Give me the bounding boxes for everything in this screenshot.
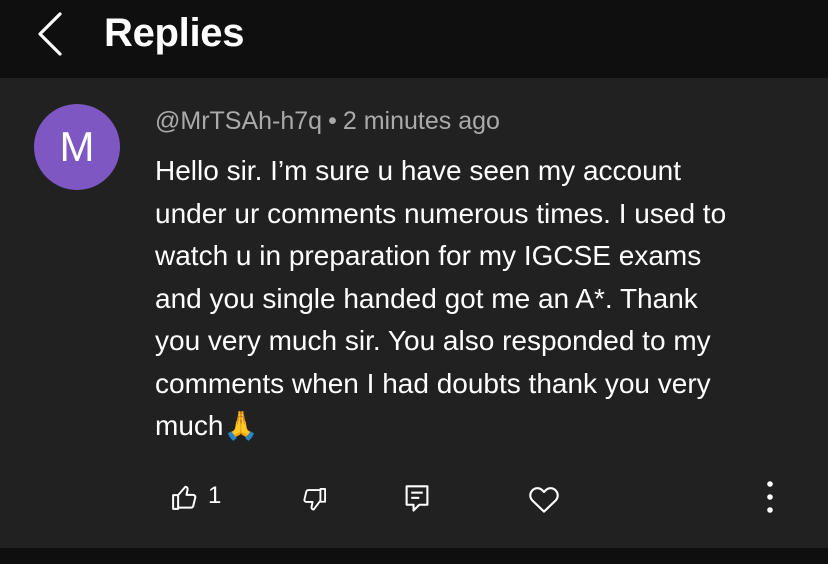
avatar[interactable]: M [34, 104, 120, 190]
comment-action-bar: 1 [0, 476, 828, 526]
bottom-divider [0, 548, 828, 564]
page-title: Replies [104, 11, 245, 55]
chevron-left-icon [38, 12, 62, 56]
comment-meta: @MrTSAh-h7q • 2 minutes ago [155, 106, 500, 136]
heart-button[interactable] [524, 476, 564, 522]
header-bar: Replies [0, 0, 828, 78]
thumbs-up-icon [172, 485, 197, 510]
avatar-letter: M [59, 123, 95, 170]
comment-timestamp: 2 minutes ago [342, 107, 500, 135]
like-count: 1 [208, 482, 222, 509]
dislike-button[interactable] [296, 476, 336, 522]
like-button[interactable]: 1 [164, 476, 234, 522]
meta-separator: • [328, 107, 337, 135]
comment-card: M @MrTSAh-h7q • 2 minutes ago Hello sir. I… [0, 78, 828, 548]
back-button[interactable] [28, 6, 72, 62]
reply-comment-icon [405, 485, 429, 512]
more-options-button[interactable] [756, 476, 790, 522]
more-vertical-icon [767, 481, 773, 513]
thumbs-down-icon [303, 487, 327, 511]
heart-icon [529, 487, 559, 513]
comment-body: Hello sir. I’m sure u have seen my accou… [155, 155, 727, 441]
author-handle[interactable]: @MrTSAh-h7q [155, 107, 322, 135]
reply-button[interactable] [398, 476, 438, 522]
replies-screen: Replies M @MrTSAh-h7q • 2 minutes ago Hell… [0, 0, 828, 564]
